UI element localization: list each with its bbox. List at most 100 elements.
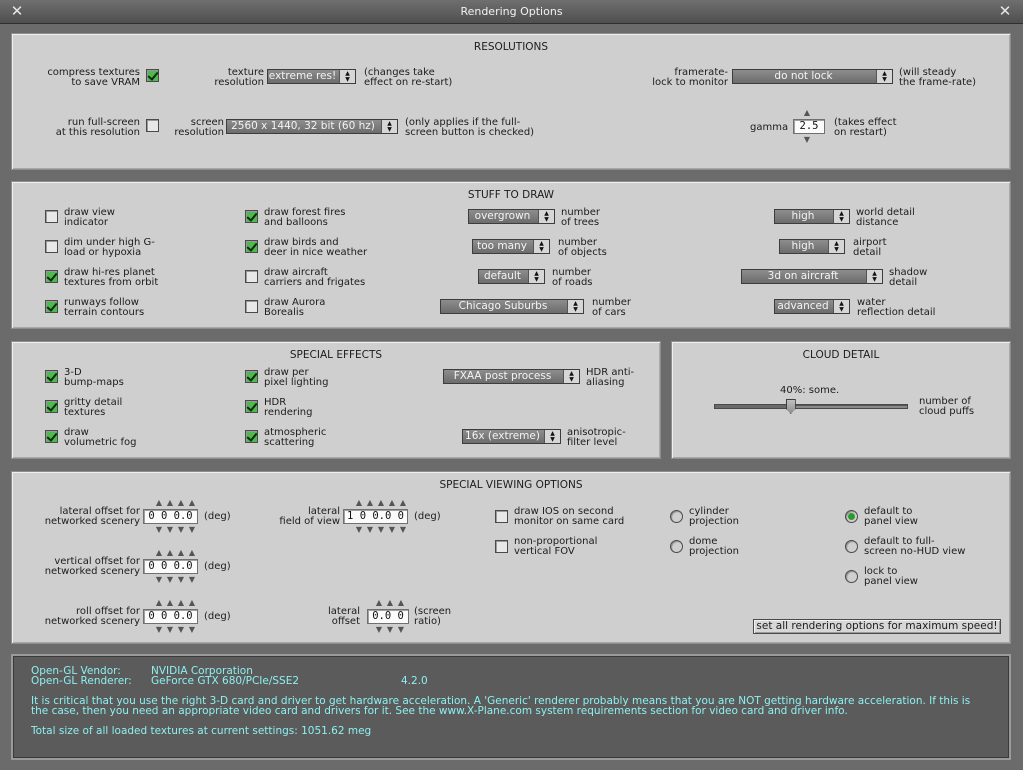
stepper-arrow-icon[interactable]: ▲ bbox=[154, 548, 164, 557]
compress-textures-checkbox[interactable] bbox=[146, 69, 159, 82]
dim-under-g-checkbox[interactable] bbox=[45, 240, 58, 253]
lateral-offset-stepper-up[interactable]: ▲ ▲ ▲ ▲ bbox=[154, 498, 197, 507]
birds-deer-checkbox[interactable] bbox=[245, 240, 258, 253]
cloud-puffs-slider[interactable] bbox=[714, 399, 908, 414]
lateral-fov-stepper-up[interactable]: ▲ ▲ ▲ ▲ ▲ bbox=[354, 498, 408, 507]
objects-dropdown[interactable]: too many ▲ ▼ bbox=[472, 239, 550, 254]
stepper-arrow-icon[interactable]: ▲ bbox=[176, 598, 186, 607]
gritty-detail-checkbox[interactable] bbox=[45, 400, 58, 413]
cylinder-projection-radio[interactable] bbox=[670, 510, 683, 523]
roll-offset-input[interactable]: 0 0 0.0 bbox=[143, 609, 198, 624]
slider-thumb[interactable] bbox=[785, 399, 796, 414]
lateral-screen-offset-input[interactable]: 0.0 0 bbox=[367, 609, 409, 624]
lateral-screen-offset-stepper-down[interactable]: ▼ ▼ ▼ bbox=[374, 625, 406, 634]
framerate-lock-dropdown[interactable]: do not lock ▲ ▼ bbox=[732, 69, 893, 84]
cars-dropdown[interactable]: Chicago Suburbs ▲ ▼ bbox=[440, 299, 584, 314]
stepper-arrow-icon[interactable]: ▼ bbox=[187, 575, 197, 584]
water-reflection-dropdown[interactable]: advanced ▲ ▼ bbox=[774, 299, 850, 314]
stepper-arrow-icon[interactable]: ▲ bbox=[385, 598, 395, 607]
stepper-arrow-icon[interactable]: ▼ bbox=[387, 525, 397, 534]
stepper-arrow-icon[interactable]: ▲ bbox=[187, 598, 197, 607]
stepper-arrow-icon[interactable]: ▲ bbox=[387, 498, 397, 507]
stepper-arrow-icon[interactable]: ▲ bbox=[176, 548, 186, 557]
world-detail-dropdown[interactable]: high ▲ ▼ bbox=[774, 209, 850, 224]
lateral-screen-offset-stepper-up[interactable]: ▲ ▲ ▲ bbox=[374, 598, 406, 607]
hdr-rendering-checkbox[interactable] bbox=[245, 400, 258, 413]
hi-res-planet-checkbox[interactable] bbox=[45, 270, 58, 283]
aurora-borealis-checkbox[interactable] bbox=[245, 300, 258, 313]
stepper-arrow-icon[interactable]: ▼ bbox=[165, 525, 175, 534]
close-icon[interactable]: ✕ bbox=[997, 3, 1013, 19]
stepper-arrow-icon[interactable]: ▲ bbox=[154, 598, 164, 607]
stepper-arrow-icon[interactable]: ▲ bbox=[154, 498, 164, 507]
trees-dropdown[interactable]: overgrown ▲ ▼ bbox=[468, 209, 555, 224]
dome-projection-radio[interactable] bbox=[670, 540, 683, 553]
stepper-arrow-icon[interactable]: ▼ bbox=[187, 625, 197, 634]
stepper-arrow-icon[interactable]: ▲ bbox=[396, 598, 406, 607]
stepper-arrow-icon[interactable]: ▲ bbox=[802, 108, 812, 117]
stepper-arrow-icon[interactable]: ▼ bbox=[365, 525, 375, 534]
stepper-arrow-icon[interactable]: ▼ bbox=[154, 575, 164, 584]
max-speed-button[interactable]: set all rendering options for maximum sp… bbox=[753, 619, 1001, 634]
stepper-arrow-icon[interactable]: ▲ bbox=[187, 498, 197, 507]
stepper-arrow-icon[interactable]: ▼ bbox=[154, 525, 164, 534]
run-fullscreen-checkbox[interactable] bbox=[146, 119, 159, 132]
default-panel-view-radio[interactable] bbox=[845, 510, 858, 523]
pixel-lighting-checkbox[interactable] bbox=[245, 370, 258, 383]
stepper-arrow-icon[interactable]: ▲ bbox=[365, 498, 375, 507]
airport-detail-dropdown[interactable]: high ▲ ▼ bbox=[779, 239, 845, 254]
stepper-arrow-icon[interactable]: ▼ bbox=[154, 625, 164, 634]
stepper-arrow-icon[interactable]: ▲ bbox=[165, 548, 175, 557]
stepper-arrow-icon[interactable]: ▼ bbox=[376, 525, 386, 534]
stepper-arrow-icon[interactable]: ▼ bbox=[374, 625, 384, 634]
stepper-arrow-icon[interactable]: ▼ bbox=[176, 575, 186, 584]
texture-resolution-dropdown[interactable]: extreme res! ▲ ▼ bbox=[267, 69, 356, 84]
stepper-arrow-icon[interactable]: ▼ bbox=[354, 525, 364, 534]
bump-maps-checkbox[interactable] bbox=[45, 370, 58, 383]
roll-offset-stepper-down[interactable]: ▼ ▼ ▼ ▼ bbox=[154, 625, 197, 634]
roll-offset-stepper-up[interactable]: ▲ ▲ ▲ ▲ bbox=[154, 598, 197, 607]
anisotropic-filter-dropdown[interactable]: 16x (extreme) ▲ ▼ bbox=[462, 429, 561, 444]
stepper-arrow-icon[interactable]: ▲ bbox=[376, 498, 386, 507]
vertical-offset-stepper-down[interactable]: ▼ ▼ ▼ ▼ bbox=[154, 575, 197, 584]
lateral-fov-input[interactable]: 1 0 0.0 0 bbox=[343, 509, 408, 524]
gamma-stepper-down[interactable]: ▼ bbox=[802, 135, 812, 144]
gamma-stepper-up[interactable]: ▲ bbox=[802, 108, 812, 117]
stepper-arrow-icon[interactable]: ▲ bbox=[187, 548, 197, 557]
default-fullscreen-radio[interactable] bbox=[845, 540, 858, 553]
draw-view-indicator-checkbox[interactable] bbox=[45, 210, 58, 223]
vertical-offset-input[interactable]: 0 0 0.0 bbox=[143, 559, 198, 574]
stepper-arrow-icon[interactable]: ▲ bbox=[176, 498, 186, 507]
lateral-offset-stepper-down[interactable]: ▼ ▼ ▼ ▼ bbox=[154, 525, 197, 534]
stepper-arrow-icon[interactable]: ▲ bbox=[374, 598, 384, 607]
stepper-arrow-icon[interactable]: ▼ bbox=[385, 625, 395, 634]
draw-ios-checkbox[interactable] bbox=[495, 510, 508, 523]
non-proportional-fov-checkbox[interactable] bbox=[495, 540, 508, 553]
lateral-offset-input[interactable]: 0 0 0.0 bbox=[143, 509, 198, 524]
atmospheric-scattering-checkbox[interactable] bbox=[245, 430, 258, 443]
stepper-arrow-icon[interactable]: ▼ bbox=[165, 625, 175, 634]
stepper-arrow-icon[interactable]: ▲ bbox=[165, 498, 175, 507]
stepper-arrow-icon[interactable]: ▼ bbox=[398, 525, 408, 534]
stepper-arrow-icon[interactable]: ▼ bbox=[187, 525, 197, 534]
lock-panel-view-radio[interactable] bbox=[845, 570, 858, 583]
stepper-arrow-icon[interactable]: ▼ bbox=[176, 525, 186, 534]
runways-follow-terrain-checkbox[interactable] bbox=[45, 300, 58, 313]
stepper-arrow-icon[interactable]: ▲ bbox=[165, 598, 175, 607]
stepper-arrow-icon[interactable]: ▲ bbox=[354, 498, 364, 507]
stepper-arrow-icon[interactable]: ▼ bbox=[176, 625, 186, 634]
shadow-detail-dropdown[interactable]: 3d on aircraft ▲ ▼ bbox=[741, 269, 883, 284]
stepper-arrow-icon[interactable]: ▼ bbox=[396, 625, 406, 634]
volumetric-fog-checkbox[interactable] bbox=[45, 430, 58, 443]
lateral-fov-stepper-down[interactable]: ▼ ▼ ▼ ▼ ▼ bbox=[354, 525, 408, 534]
aircraft-carriers-checkbox[interactable] bbox=[245, 270, 258, 283]
roads-dropdown[interactable]: default ▲ ▼ bbox=[478, 269, 545, 284]
stepper-arrow-icon[interactable]: ▼ bbox=[802, 135, 812, 144]
forest-fires-checkbox[interactable] bbox=[245, 210, 258, 223]
screen-resolution-dropdown[interactable]: 2560 x 1440, 32 bit (60 hz) ▲ ▼ bbox=[226, 119, 398, 134]
vertical-offset-stepper-up[interactable]: ▲ ▲ ▲ ▲ bbox=[154, 548, 197, 557]
stepper-arrow-icon[interactable]: ▼ bbox=[165, 575, 175, 584]
stepper-arrow-icon[interactable]: ▲ bbox=[398, 498, 408, 507]
hdr-antialiasing-dropdown[interactable]: FXAA post process ▲ ▼ bbox=[443, 369, 580, 384]
gamma-input[interactable]: 2.5 bbox=[793, 119, 825, 134]
